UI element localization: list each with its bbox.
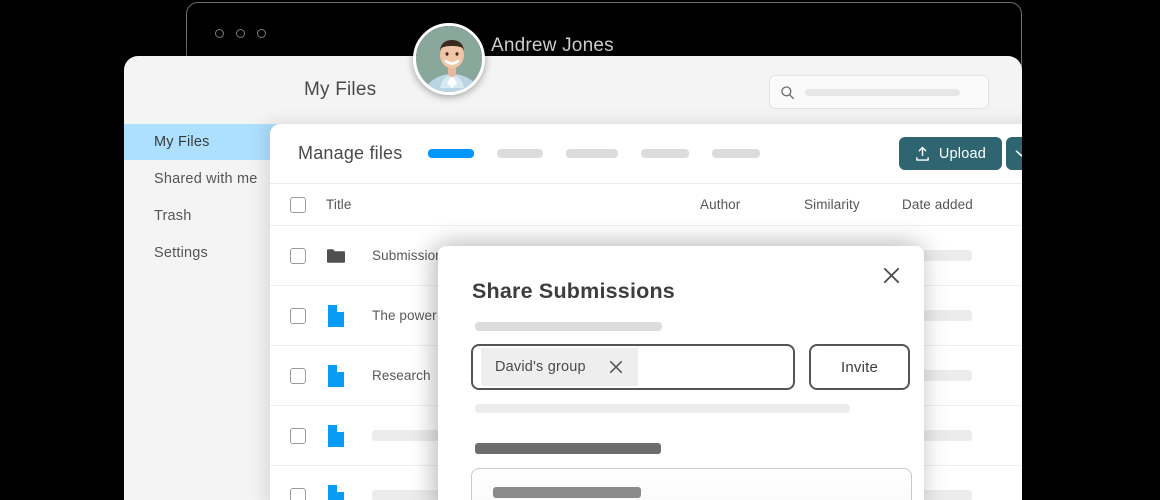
recipient-chip-label: David's group xyxy=(495,359,586,375)
upload-button-group: Upload xyxy=(899,137,1022,170)
sidebar-item-label: My Files xyxy=(154,134,210,150)
invite-row: David's group Invite xyxy=(471,344,910,390)
search-icon xyxy=(780,85,795,100)
select-all-checkbox[interactable] xyxy=(290,197,306,213)
document-icon xyxy=(326,484,372,500)
row-select-cell xyxy=(270,248,326,264)
tab-2[interactable] xyxy=(497,149,543,158)
column-header-author[interactable]: Author xyxy=(700,197,804,212)
document-icon xyxy=(326,364,372,388)
search-input[interactable] xyxy=(769,75,989,109)
remove-chip-icon[interactable] xyxy=(608,359,624,375)
share-modal: Share Submissions David's group Invite O… xyxy=(438,246,924,500)
panel-title: Manage files xyxy=(298,143,402,164)
tab-4[interactable] xyxy=(641,149,689,158)
upload-dropdown-button[interactable] xyxy=(1006,137,1022,170)
traffic-light-minimize-icon[interactable] xyxy=(236,29,245,38)
page-title: My Files xyxy=(304,79,376,101)
access-entry-name-placeholder xyxy=(493,487,641,498)
tab-bar xyxy=(428,149,760,158)
table-header-row: Title Author Similarity Date added xyxy=(270,184,1022,226)
modal-subtitle-placeholder xyxy=(475,322,662,331)
row-actions-cell xyxy=(1014,307,1022,325)
upload-icon xyxy=(915,146,930,162)
tab-3[interactable] xyxy=(566,149,618,158)
row-actions-cell xyxy=(1014,487,1022,500)
close-modal-button[interactable] xyxy=(878,262,904,288)
row-select-cell xyxy=(270,308,326,324)
row-checkbox[interactable] xyxy=(290,428,306,444)
row-actions-cell xyxy=(1014,247,1022,265)
window-traffic-lights xyxy=(215,29,266,38)
row-select-cell xyxy=(270,488,326,500)
files-panel-header: Manage files Upload xyxy=(270,124,1022,184)
row-title: Research xyxy=(372,368,431,383)
sidebar-item-label: Trash xyxy=(154,208,192,224)
sidebar-item-label: Shared with me xyxy=(154,171,258,187)
upload-button-label: Upload xyxy=(939,146,986,162)
row-checkbox[interactable] xyxy=(290,488,306,500)
traffic-light-close-icon[interactable] xyxy=(215,29,224,38)
column-header-date-added[interactable]: Date added xyxy=(902,197,1014,212)
access-list-box: Owner xyxy=(471,468,912,500)
row-actions-cell xyxy=(1014,367,1022,385)
modal-note-placeholder xyxy=(475,404,850,413)
row-select-cell xyxy=(270,368,326,384)
traffic-light-maximize-icon[interactable] xyxy=(257,29,266,38)
upload-button[interactable]: Upload xyxy=(899,137,1002,170)
row-select-cell xyxy=(270,428,326,444)
invite-recipients-input[interactable]: David's group xyxy=(471,344,795,390)
modal-section-heading-placeholder xyxy=(475,443,661,454)
close-icon xyxy=(882,266,901,285)
invite-button[interactable]: Invite xyxy=(809,344,910,390)
avatar[interactable] xyxy=(413,23,485,95)
app-topbar: My Files xyxy=(124,56,1022,124)
column-header-title[interactable]: Title xyxy=(326,197,700,212)
sidebar-item-label: Settings xyxy=(154,245,208,261)
document-icon xyxy=(326,424,372,448)
document-icon xyxy=(326,304,372,328)
chevron-down-icon xyxy=(1015,149,1023,158)
search-placeholder-bar xyxy=(805,89,960,96)
recipient-chip[interactable]: David's group xyxy=(481,348,638,386)
row-checkbox[interactable] xyxy=(290,248,306,264)
modal-title: Share Submissions xyxy=(472,279,675,304)
row-actions-cell xyxy=(1014,427,1022,445)
user-name-label: Andrew Jones xyxy=(491,35,614,57)
row-checkbox[interactable] xyxy=(290,308,306,324)
select-all-cell xyxy=(270,197,326,213)
folder-icon xyxy=(326,244,372,268)
tab-1-active[interactable] xyxy=(428,149,474,158)
row-checkbox[interactable] xyxy=(290,368,306,384)
column-header-similarity[interactable]: Similarity xyxy=(804,197,902,212)
screenshot-stage: Andrew Jones My Files My Files Shared wi… xyxy=(0,0,1160,500)
tab-5[interactable] xyxy=(712,149,760,158)
